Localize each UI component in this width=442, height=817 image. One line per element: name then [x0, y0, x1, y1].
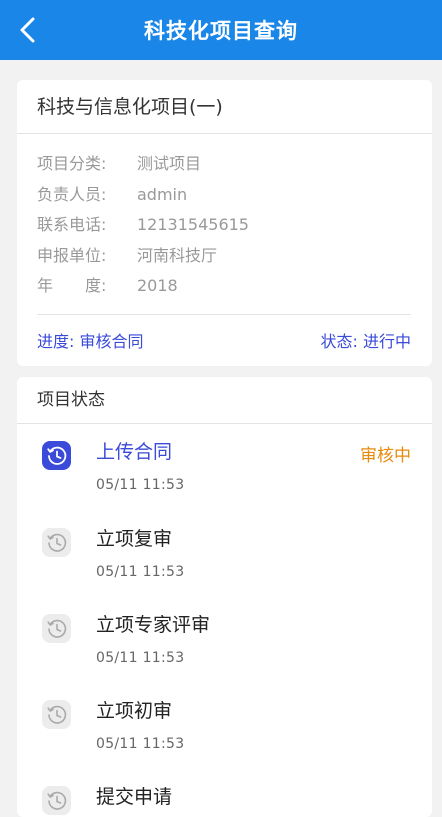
- page-title: 科技化项目查询: [144, 19, 298, 43]
- step-item[interactable]: 立项复审 05/11 11:53: [17, 512, 432, 598]
- divider: [37, 314, 411, 315]
- info-value: 测试项目: [137, 154, 202, 173]
- info-value: admin: [137, 184, 188, 204]
- chevron-left-icon: [20, 17, 35, 43]
- step-time: 05/11 11:53: [96, 736, 185, 752]
- step-name: 提交申请: [96, 786, 173, 808]
- step-item[interactable]: 立项专家评审 05/11 11:53: [17, 598, 432, 684]
- info-row-phone: 联系电话: 12131545615: [37, 210, 412, 241]
- status-text: 状态: 进行中: [320, 332, 411, 351]
- progress-status-row: 进度: 审核合同 状态: 进行中: [37, 328, 411, 352]
- project-title: 科技与信息化项目(一): [17, 80, 432, 134]
- info-label: 项目分类:: [37, 154, 107, 173]
- step-name: 立项专家评审: [96, 614, 211, 636]
- info-row-unit: 申报单位: 河南科技厅: [37, 241, 412, 272]
- step-time: 05/11 11:53: [96, 564, 185, 580]
- header-bar: 科技化项目查询: [0, 0, 442, 60]
- status-badge: 审核中: [360, 446, 411, 466]
- history-clock-icon: [42, 786, 71, 815]
- info-row-owner: 负责人员: admin: [37, 180, 412, 211]
- info-row-year: 年 度: 2018: [37, 271, 412, 302]
- progress-text: 进度: 审核合同: [37, 332, 144, 351]
- info-label: 年 度:: [37, 276, 107, 295]
- step-item[interactable]: 上传合同 05/11 11:53 审核中: [17, 425, 432, 511]
- step-time: 05/11 11:53: [96, 650, 185, 666]
- history-clock-icon: [42, 528, 71, 557]
- info-row-category: 项目分类: 测试项目: [37, 149, 412, 180]
- info-label: 联系电话:: [37, 215, 107, 234]
- project-info: 项目分类: 测试项目 负责人员: admin 联系电话: 12131545615…: [17, 134, 432, 302]
- history-clock-icon: [42, 441, 71, 470]
- back-button[interactable]: [12, 14, 44, 46]
- info-value: 河南科技厅: [137, 245, 218, 265]
- step-name: 立项复审: [96, 528, 173, 550]
- step-item[interactable]: 立项初审 05/11 11:53: [17, 684, 432, 770]
- step-name: 上传合同: [96, 441, 173, 463]
- step-item[interactable]: 提交申请: [17, 770, 432, 817]
- history-clock-icon: [42, 614, 71, 643]
- info-label: 申报单位:: [37, 245, 107, 265]
- history-clock-icon: [42, 700, 71, 729]
- info-value: 12131545615: [137, 215, 249, 234]
- status-section-title: 项目状态: [17, 377, 432, 424]
- step-time: 05/11 11:53: [96, 477, 185, 493]
- project-card: 科技与信息化项目(一) 项目分类: 测试项目 负责人员: admin 联系电话:…: [17, 80, 432, 366]
- info-value: 2018: [137, 276, 178, 295]
- status-card: 项目状态 上传合同 05/11 11:53 审核中 立项复审 05/11 11:…: [17, 377, 432, 817]
- info-label: 负责人员:: [37, 184, 107, 204]
- step-name: 立项初审: [96, 700, 173, 722]
